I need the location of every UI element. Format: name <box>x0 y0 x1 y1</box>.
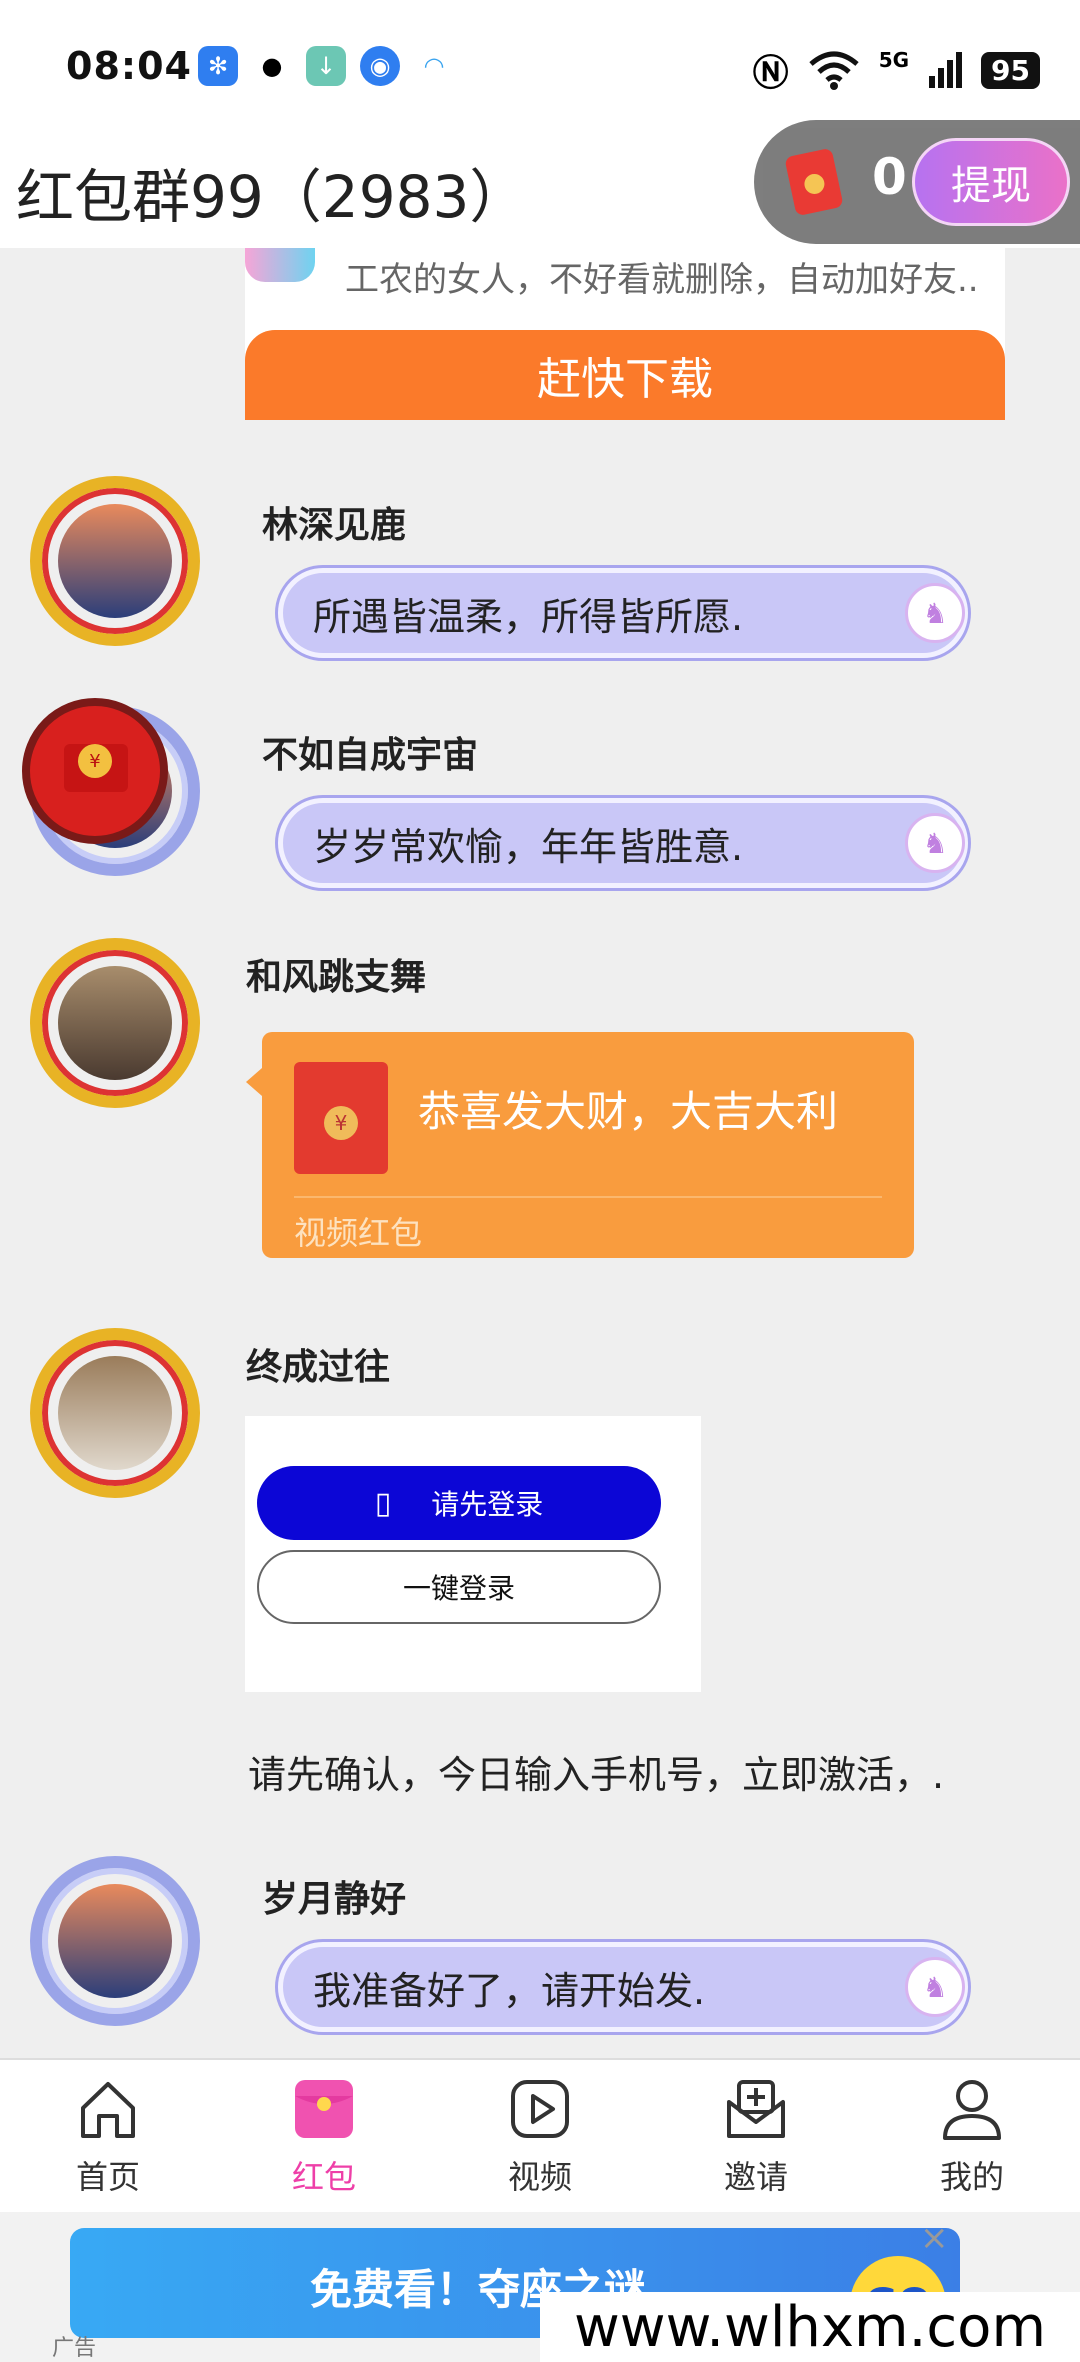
status-time: 08:04 <box>66 44 192 88</box>
swirl-app-icon: ◠ <box>414 46 454 86</box>
tab-label: 首页 <box>75 2158 140 2196</box>
nfc-icon: Ⓝ <box>752 53 789 94</box>
red-packet-icon <box>295 2080 353 2138</box>
login-button-label: 请先登录 <box>431 1488 544 1521</box>
video-icon <box>511 2080 569 2138</box>
download-button[interactable]: 赶快下载 <box>245 330 1005 420</box>
wallet-badge[interactable]: 0 提现 <box>754 120 1080 244</box>
message-text: 岁岁常欢愉，年年皆胜意. <box>313 824 744 869</box>
avatar[interactable] <box>30 1856 200 2026</box>
penguin-icon: ● <box>252 46 292 86</box>
tab-invite[interactable]: 邀请 <box>648 2060 864 2212</box>
avatar[interactable] <box>30 1328 200 1498</box>
tab-video[interactable]: 视频 <box>432 2060 648 2212</box>
circle-app-icon: ◉ <box>360 46 400 86</box>
red-packet-card[interactable]: ¥ 恭喜发大财，大吉大利 视频红包 <box>246 1032 914 1258</box>
battery-level: 95 <box>981 51 1040 89</box>
ad-text: 工农的女人，不好看就删除，自动加好友.. <box>345 260 979 300</box>
floating-red-packet[interactable]: ¥ <box>22 698 168 844</box>
pinwheel-icon: ✻ <box>198 46 238 86</box>
avatar-image <box>58 966 172 1080</box>
unicorn-icon: ♞ <box>905 1957 965 2017</box>
signal-icon <box>929 52 963 88</box>
message-bubble[interactable]: 岁岁常欢愉，年年皆胜意. ♞ <box>278 798 968 888</box>
close-icon[interactable]: × <box>920 2218 949 2258</box>
invite-icon <box>727 2080 785 2138</box>
login-card: ▯ 请先登录 一键登录 <box>245 1416 701 1692</box>
red-packet-subtitle: 视频红包 <box>294 1214 423 1252</box>
network-label: 5G <box>878 48 910 72</box>
one-click-login-button[interactable]: 一键登录 <box>257 1550 661 1624</box>
withdraw-button[interactable]: 提现 <box>912 138 1070 226</box>
sender-name: 不如自成宇宙 <box>262 735 479 776</box>
tab-label: 红包 <box>291 2158 356 2196</box>
wifi-icon <box>809 51 859 90</box>
phone-icon: ▯ <box>374 1485 392 1521</box>
sender-name: 终成过往 <box>246 1347 391 1388</box>
download-icon: ↓ <box>306 46 346 86</box>
page-title: 红包群99（2983） <box>16 163 528 231</box>
chat-area[interactable]: 工农的女人，不好看就删除，自动加好友.. 赶快下载 林深见鹿 所遇皆温柔，所得皆… <box>0 248 1080 2058</box>
tab-label: 视频 <box>507 2158 572 2196</box>
avatar-image <box>58 504 172 618</box>
unicorn-icon: ♞ <box>905 813 965 873</box>
tab-label: 我的 <box>939 2158 1004 2196</box>
status-app-icons: ✻ ● ↓ ◉ ◠ <box>198 46 454 86</box>
ad-tag: 广告 <box>52 2336 97 2361</box>
message-text: 请先确认，今日输入手机号，立即激活，. <box>248 1753 945 1797</box>
wallet-count: 0 <box>872 148 907 206</box>
tab-label: 邀请 <box>723 2158 788 2196</box>
yuan-coin-icon: ¥ <box>78 744 112 778</box>
tab-red-packet[interactable]: 红包 <box>216 2060 432 2212</box>
red-packet-icon: ¥ <box>294 1062 388 1174</box>
bottom-tab-bar: 首页 红包 视频 邀请 我的 <box>0 2058 1080 2212</box>
red-packet-title: 恭喜发大财，大吉大利 <box>418 1087 839 1136</box>
status-bar: 08:04 ✻ ● ↓ ◉ ◠ Ⓝ 5G 95 <box>0 0 1080 120</box>
ad-logo-icon <box>245 248 315 282</box>
login-button[interactable]: ▯ 请先登录 <box>257 1466 661 1540</box>
avatar-image <box>58 1884 172 1998</box>
tab-profile[interactable]: 我的 <box>864 2060 1080 2212</box>
message-bubble[interactable]: 我准备好了，请开始发. ♞ <box>278 1942 968 2032</box>
message-bubble[interactable]: 所遇皆温柔，所得皆所愿. ♞ <box>278 568 968 658</box>
home-icon <box>81 2082 135 2138</box>
red-envelope-icon <box>784 147 844 217</box>
avatar[interactable] <box>30 938 200 1108</box>
sender-name: 林深见鹿 <box>262 505 407 546</box>
message-text: 所遇皆温柔，所得皆所愿. <box>313 594 744 639</box>
message-text: 我准备好了，请开始发. <box>313 1968 706 2013</box>
avatar-image <box>58 1356 172 1470</box>
avatar[interactable] <box>30 476 200 646</box>
watermark: www.wlhxm.com <box>540 2292 1080 2362</box>
tab-home[interactable]: 首页 <box>0 2060 216 2212</box>
divider <box>294 1196 882 1198</box>
unicorn-icon: ♞ <box>905 583 965 643</box>
sender-name: 和风跳支舞 <box>246 957 427 998</box>
profile-icon <box>943 2080 1001 2140</box>
chat-header: 红包群99（2983） 0 提现 <box>0 120 1080 248</box>
status-right: Ⓝ 5G 95 <box>753 44 1040 96</box>
sender-name: 岁月静好 <box>262 1879 407 1920</box>
